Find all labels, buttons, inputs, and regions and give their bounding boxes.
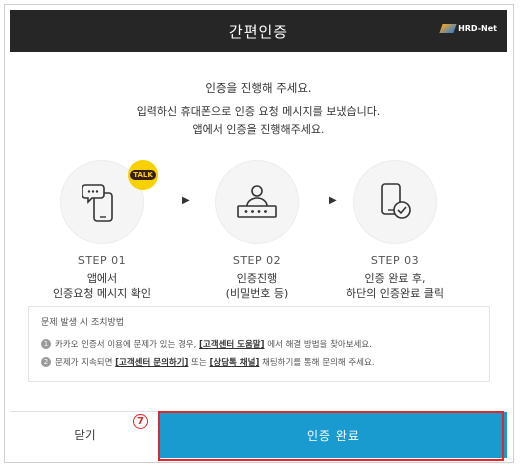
auth-complete-button[interactable]: 인증 완료 — [160, 412, 507, 458]
chat-channel-link[interactable]: [상담톡 채널] — [210, 356, 260, 368]
steps-section: TALK ▶ ▶ STEP 01 앱에서 인증요청 메시지 확인 STEP 02 … — [10, 160, 507, 300]
troubleshooting-title: 문제 발생 시 조치방법 — [41, 318, 125, 328]
phone-chat-icon — [82, 184, 113, 222]
step2-circle — [215, 160, 299, 244]
kakaotalk-badge: TALK — [128, 160, 158, 190]
troubleshooting-item-2: 2 문제가 지속되면 [고객센터 문의하기] 또는 [상담톡 채널] 채팅하기를… — [41, 356, 477, 368]
troubleshooting-box: 문제 발생 시 조치방법 1 카카오 인증서 이용에 문제가 있는 경우, [고… — [28, 306, 490, 382]
step2-desc: 인증진행 (비밀번호 등) — [225, 272, 289, 300]
logo-mark-icon — [439, 24, 457, 33]
intro-line-2: 입력하신 휴대폰으로 인증 요청 메시지를 보냈습니다. — [136, 105, 381, 118]
step-marker: 7 — [133, 414, 148, 429]
dialog-footer: 닫기 인증 완료 — [10, 411, 507, 458]
step3-label: STEP 03 인증 완료 후, 하단의 인증완료 클릭 — [325, 254, 465, 301]
hrd-net-logo: HRD-Net — [439, 24, 497, 33]
step2-number: STEP 02 — [232, 254, 282, 267]
step1-number: STEP 01 — [77, 254, 127, 267]
help-center-link[interactable]: [고객센터 도움말] — [199, 338, 264, 350]
number-badge: 1 — [41, 339, 51, 349]
step2-label: STEP 02 인증진행 (비밀번호 등) — [187, 254, 327, 301]
troubleshooting-item-1: 1 카카오 인증서 이용에 문제가 있는 경우, [고객센터 도움말] 에서 해… — [41, 338, 477, 350]
intro-line-1: 인증을 진행해 주세요. — [205, 81, 312, 95]
user-password-icon — [237, 185, 277, 218]
logo-text: HRD-Net — [458, 24, 497, 33]
intro-line-3: 앱에서 인증을 진행해주세요. — [192, 123, 325, 136]
talk-label: TALK — [130, 170, 156, 180]
arrow-right-icon: ▶ — [182, 195, 190, 206]
number-badge: 2 — [41, 357, 51, 367]
dialog-header: 간편인증 HRD-Net — [10, 10, 507, 52]
contact-support-link[interactable]: [고객센터 문의하기] — [115, 356, 188, 368]
phone-check-icon — [381, 183, 411, 219]
step3-number: STEP 03 — [370, 254, 420, 267]
dialog-title: 간편인증 — [228, 22, 289, 41]
step1-desc: 앱에서 인증요청 메시지 확인 — [52, 272, 152, 300]
step1-label: STEP 01 앱에서 인증요청 메시지 확인 — [32, 254, 172, 301]
arrow-right-icon: ▶ — [329, 195, 337, 206]
step3-circle — [353, 160, 437, 244]
step3-desc: 인증 완료 후, 하단의 인증완료 클릭 — [345, 272, 445, 300]
